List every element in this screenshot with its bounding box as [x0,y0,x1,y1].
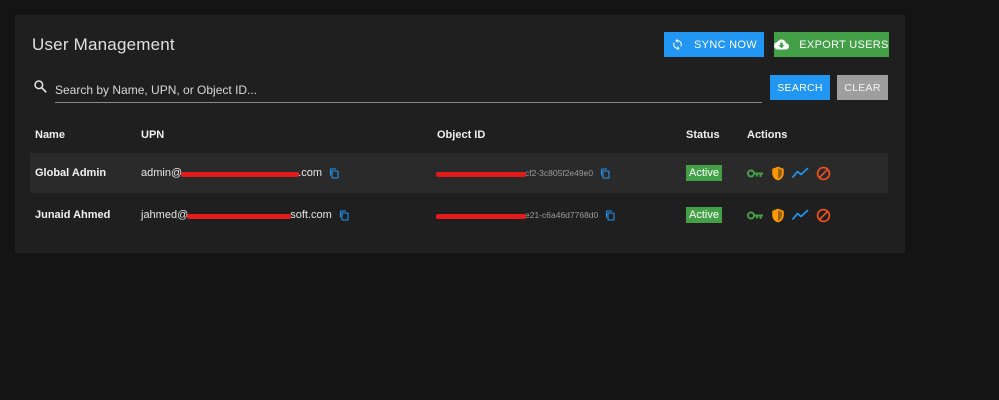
clear-button[interactable]: CLEAR [837,75,888,100]
status-cell: Active [686,153,722,193]
upn-suffix: .com [298,167,322,179]
search-input[interactable] [55,78,762,103]
redaction-mark [436,171,526,177]
sync-icon [671,38,684,51]
cloud-download-icon [774,38,790,51]
redaction-mark [181,171,300,177]
copy-upn-icon[interactable] [339,209,349,221]
export-users-button[interactable]: EXPORT USERS [774,32,889,57]
column-header-status: Status [686,129,720,141]
sync-now-button[interactable]: SYNC NOW [664,32,764,57]
copy-object-id-icon[interactable] [605,209,615,221]
sync-now-label: SYNC NOW [694,38,757,51]
actions-cell [747,195,838,235]
block-icon[interactable] [816,166,831,181]
search-button[interactable]: SEARCH [770,75,830,100]
user-object-id: cf2-3c805f2e49e0 [436,153,610,193]
upn-prefix: admin@ [141,167,183,179]
status-badge: Active [686,207,722,223]
key-icon[interactable] [747,168,764,179]
activity-icon[interactable] [792,209,809,221]
table-row: Global Admin admin@ .com cf2-3c805f2e49e… [30,153,888,193]
column-header-object-id: Object ID [437,129,486,141]
export-users-label: EXPORT USERS [799,38,889,51]
search-icon [33,79,47,98]
table-row: Junaid Ahmed jahmed@ soft.com e21-c6a46d… [30,195,888,235]
user-object-id: e21-c6a46d7768d0 [436,195,615,235]
column-header-actions: Actions [747,129,788,141]
actions-cell [747,153,838,193]
copy-upn-icon[interactable] [329,167,339,179]
redaction-mark [187,213,292,219]
upn-suffix: soft.com [290,209,332,221]
user-name: Global Admin [35,167,107,179]
oid-suffix: e21-c6a46d7768d0 [525,210,599,220]
column-header-upn: UPN [141,129,165,141]
oid-suffix: cf2-3c805f2e49e0 [525,168,594,178]
status-badge: Active [686,165,722,181]
copy-object-id-icon[interactable] [600,167,610,179]
user-name: Junaid Ahmed [35,209,111,221]
shield-icon[interactable] [771,208,785,223]
status-cell: Active [686,195,722,235]
key-icon[interactable] [747,210,764,221]
user-management-panel: User Management SYNC NOW EXPORT USERS SE… [15,15,905,253]
shield-icon[interactable] [771,166,785,181]
redaction-mark [436,213,526,219]
user-upn: jahmed@ soft.com [141,195,349,235]
page-title: User Management [32,35,175,54]
upn-prefix: jahmed@ [141,209,189,221]
user-upn: admin@ .com [141,153,339,193]
block-icon[interactable] [816,208,831,223]
column-header-name: Name [35,129,65,141]
activity-icon[interactable] [792,167,809,179]
